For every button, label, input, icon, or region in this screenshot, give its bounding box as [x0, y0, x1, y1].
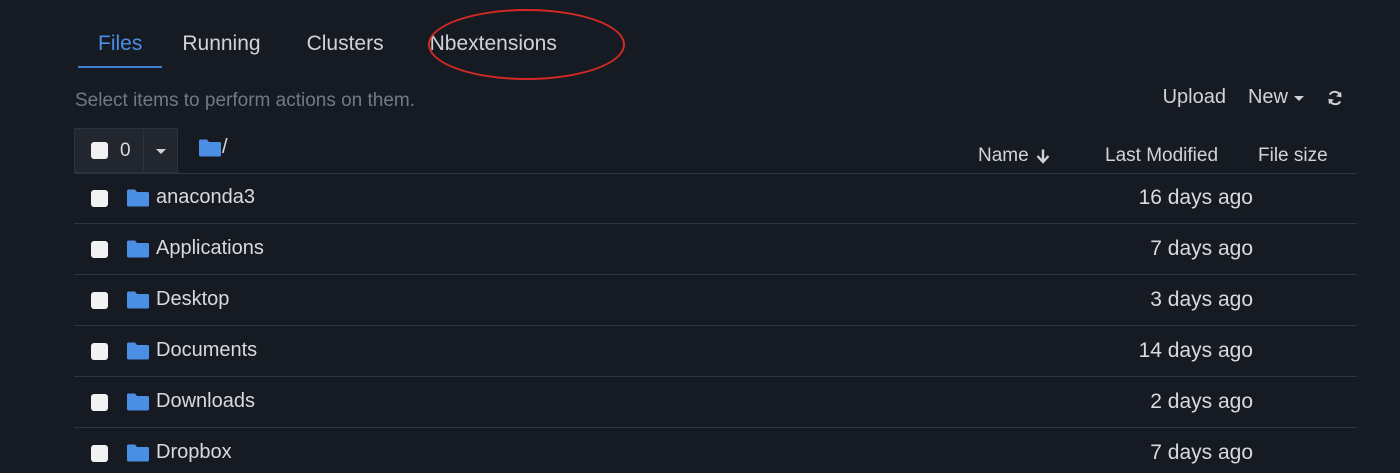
list-item[interactable]: Desktop 3 days ago	[74, 275, 1357, 326]
selection-hint: Select items to perform actions on them.	[75, 90, 416, 111]
file-name-link[interactable]: Applications	[156, 237, 264, 260]
sort-by-file-size[interactable]: File size	[1258, 145, 1328, 167]
file-name-link[interactable]: anaconda3	[156, 186, 255, 209]
file-list: anaconda3 16 days ago Applications 7 day…	[74, 173, 1357, 473]
last-modified: 2 days ago	[1150, 390, 1253, 413]
new-dropdown-button[interactable]: New	[1248, 86, 1304, 109]
file-name-link[interactable]: Documents	[156, 339, 257, 362]
upload-button[interactable]: Upload	[1163, 86, 1226, 109]
select-all-group: 0	[74, 128, 178, 173]
row-checkbox[interactable]	[91, 241, 108, 258]
last-modified: 16 days ago	[1138, 186, 1253, 209]
file-list-header: 0 / Name Last Modified File size	[74, 128, 1357, 174]
last-modified: 7 days ago	[1150, 441, 1253, 464]
file-name-link[interactable]: Desktop	[156, 288, 229, 311]
tab-files[interactable]: Files	[78, 20, 163, 68]
toolbar-actions: Upload New	[1163, 86, 1344, 109]
jupyter-file-browser: Files Running Clusters Nbextensions Sele…	[0, 0, 1400, 473]
folder-icon	[127, 393, 149, 411]
list-item[interactable]: Downloads 2 days ago	[74, 377, 1357, 428]
list-item[interactable]: Applications 7 days ago	[74, 224, 1357, 275]
list-item[interactable]: Dropbox 7 days ago	[74, 428, 1357, 473]
row-checkbox[interactable]	[91, 343, 108, 360]
select-all-control[interactable]: 0	[74, 128, 144, 173]
new-label: New	[1247, 86, 1288, 108]
arrow-down-icon	[1036, 149, 1050, 164]
tab-clusters[interactable]: Clusters	[287, 20, 404, 68]
last-modified: 14 days ago	[1138, 339, 1253, 362]
list-item[interactable]: anaconda3 16 days ago	[74, 173, 1357, 224]
row-checkbox[interactable]	[91, 445, 108, 462]
last-modified: 3 days ago	[1150, 288, 1253, 311]
refresh-icon[interactable]	[1326, 89, 1344, 107]
row-checkbox[interactable]	[91, 394, 108, 411]
last-modified: 7 days ago	[1150, 237, 1253, 260]
folder-icon	[127, 444, 149, 462]
row-checkbox[interactable]	[91, 190, 108, 207]
breadcrumb-path: /	[222, 136, 228, 158]
folder-icon	[127, 240, 149, 258]
file-name-link[interactable]: Dropbox	[156, 441, 232, 464]
sort-by-last-modified[interactable]: Last Modified	[1105, 145, 1218, 167]
breadcrumb[interactable]: /	[198, 136, 228, 159]
sort-by-name[interactable]: Name	[978, 145, 1051, 167]
folder-icon	[199, 139, 221, 156]
selected-count: 0	[120, 139, 131, 161]
file-name-link[interactable]: Downloads	[156, 390, 255, 413]
tab-running[interactable]: Running	[162, 20, 280, 68]
chevron-down-icon	[155, 149, 166, 154]
folder-icon	[127, 342, 149, 360]
col-name-label: Name	[978, 145, 1029, 166]
folder-icon	[127, 291, 149, 309]
tab-bar: Files Running Clusters Nbextensions	[78, 20, 577, 68]
select-all-checkbox[interactable]	[91, 142, 108, 159]
row-checkbox[interactable]	[91, 292, 108, 309]
list-item[interactable]: Documents 14 days ago	[74, 326, 1357, 377]
folder-icon	[127, 189, 149, 207]
chevron-down-icon	[1294, 96, 1304, 101]
tab-nbextensions[interactable]: Nbextensions	[410, 20, 577, 68]
select-dropdown-button[interactable]	[144, 128, 178, 173]
